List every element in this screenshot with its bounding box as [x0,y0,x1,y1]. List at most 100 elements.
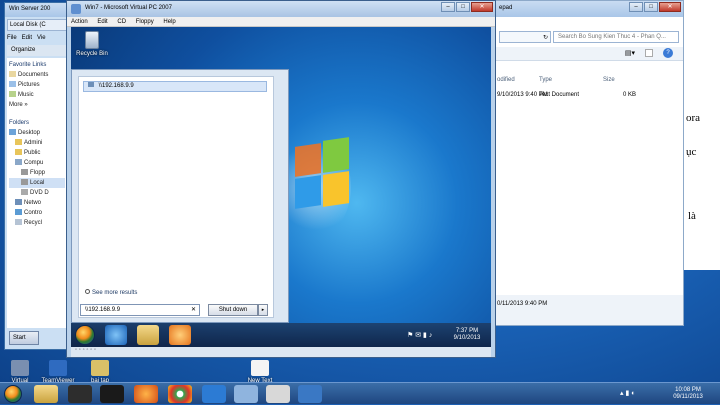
maximize-button[interactable]: □ [644,2,658,12]
vpc-menu-bar: Action Edit CD Floppy Help [67,17,495,27]
view-icon[interactable]: ▤▾ [625,49,635,57]
virtual-pc-window[interactable]: Win7 - Microsoft Virtual PC 2007 – □ ✕ A… [66,0,496,358]
explorer-window[interactable]: epad – □ ✕ ↻ Search Bo Sung Kien Thuc 4 … [494,0,684,326]
toolbar: ▤▾ ? [495,47,683,61]
close-button[interactable]: ✕ [659,2,681,12]
media-player-icon[interactable] [169,325,191,345]
vpc-window-controls: – □ ✕ [441,2,493,12]
menu-file[interactable]: File [7,35,17,44]
minimize-button[interactable]: – [629,2,643,12]
favorite-documents[interactable]: Documents [9,70,65,80]
tree-recycle-bin[interactable]: Recycl [9,218,65,228]
vpc-app-icon [71,4,81,14]
vpc-minimize-button[interactable]: – [441,2,455,12]
vpc-close-button[interactable]: ✕ [471,2,493,12]
search-result-item[interactable]: \\192.168.9.9 [83,81,267,92]
tree-public[interactable]: Public [9,148,65,158]
column-type[interactable]: Type [539,77,552,83]
desktop-icon-bai-tap[interactable]: bai tap [82,360,118,384]
guest-desktop: Recycle Bin \\192.168.9.9 See more resul… [71,27,491,347]
vpc-titlebar[interactable]: Win7 - Microsoft Virtual PC 2007 – □ ✕ [67,1,495,17]
details-pane: 0/11/2013 9:40 PM [495,295,683,325]
network-folder-icon [88,82,94,87]
host-clock[interactable]: 10:08 PM 09/11/2013 [664,387,712,401]
tree-local-disk[interactable]: Local [9,178,65,188]
search-results-pane: \\192.168.9.9 See more results [78,76,274,318]
taskbar-gear-icon[interactable] [100,385,124,403]
taskbar-virtualpc-icon[interactable] [234,385,258,403]
clonedrive-icon [11,360,29,376]
tree-floppy[interactable]: Flopp [9,168,65,178]
folders-header: Folders [9,120,30,126]
host-taskbar: ▴ ▮ ◐ 10:08 PM 09/11/2013 [0,382,720,404]
ie-icon[interactable] [105,325,127,345]
tree-network[interactable]: Netwo [9,198,65,208]
preview-pane-icon[interactable] [645,49,653,57]
navigation-pane: Favorite Links Documents Pictures Music … [7,58,67,328]
guest-clock[interactable]: 7:37 PM 9/10/2013 [447,328,487,342]
clear-search-icon[interactable]: ✕ [191,305,196,315]
file-row[interactable]: 9/10/2013 9:40 PM Text Document 0 KB [495,92,683,102]
vpc-status-bar: ◦ ◦ ◦ ◦ ◦ ◦ [71,347,491,357]
see-more-results-link[interactable]: See more results [85,289,137,296]
logo-green-flag [323,137,349,173]
guest-start-button[interactable] [73,323,99,347]
search-input[interactable]: Search Bo Sung Kien Thuc 4 - Phan Q... [553,31,679,43]
menu-help[interactable]: Help [163,19,175,25]
organize-button[interactable]: Organize [7,45,67,56]
column-headers: odified Type Size [495,77,683,87]
shutdown-button[interactable]: Shut down [208,304,258,316]
explorer-folder-icon[interactable] [137,325,159,345]
shutdown-options-arrow[interactable]: ▸ [258,304,268,316]
win-server-titlebar[interactable]: Win Server 200 [5,3,69,17]
menu-edit[interactable]: Edit [22,35,32,44]
tray-icons[interactable]: ⚑ ✉ ▮ ♪ [407,331,432,339]
menu-action[interactable]: Action [71,19,88,25]
window-controls: – □ ✕ [629,2,681,12]
menu-bar: File Edit Vie [7,35,67,44]
windows-orb-icon [4,385,22,403]
help-icon[interactable]: ? [663,48,673,58]
taskbar-recorder-icon[interactable] [68,385,92,403]
favorite-links-header: Favorite Links [9,62,47,68]
tree-computer[interactable]: Compu [9,158,65,168]
taskbar-explorer-icon[interactable] [34,385,58,403]
taskbar-firefox-icon[interactable] [134,385,158,403]
host-tray-icons[interactable]: ▴ ▮ ◐ [620,389,635,397]
refresh-button[interactable]: ↻ [499,31,551,43]
text-document-icon [251,360,269,376]
tree-desktop[interactable]: Desktop [9,128,65,138]
start-search-input[interactable]: \\192.168.9.9 ✕ [80,304,200,316]
taskbar-app-icon[interactable] [298,385,322,403]
column-modified[interactable]: odified [497,77,515,83]
guest-recycle-bin[interactable]: Recycle Bin [75,31,109,57]
column-size[interactable]: Size [603,77,615,83]
logo-yellow-flag [323,171,349,207]
tree-admin[interactable]: Admini [9,138,65,148]
favorite-pictures[interactable]: Pictures [9,80,65,90]
search-icon [85,289,90,294]
tree-control-panel[interactable]: Contro [9,208,65,218]
teamviewer-icon [49,360,67,376]
host-start-button[interactable] [2,383,28,405]
logo-blue-flag [295,175,321,209]
menu-cd[interactable]: CD [117,19,126,25]
menu-view[interactable]: Vie [37,35,46,44]
taskbar-word-icon[interactable] [202,385,226,403]
start-menu: \\192.168.9.9 See more results \\192.168… [71,69,289,323]
taskbar-notepad-icon[interactable] [266,385,290,403]
taskbar-chrome-icon[interactable] [168,385,192,403]
logo-red-flag [295,143,321,177]
guest-taskbar: ⚑ ✉ ▮ ♪ 7:37 PM 9/10/2013 [71,323,491,347]
favorite-music[interactable]: Music [9,90,65,100]
tree-dvd[interactable]: DVD D [9,188,65,198]
menu-edit[interactable]: Edit [97,19,107,25]
address-bar[interactable]: Local Disk (C [7,19,67,31]
menu-floppy[interactable]: Floppy [136,19,154,25]
favorite-more[interactable]: More » [9,100,65,110]
folder-icon [91,360,109,376]
win-server-window[interactable]: Win Server 200 Local Disk (C File Edit V… [4,2,70,350]
vpc-maximize-button[interactable]: □ [456,2,470,12]
windows-orb-icon [75,325,95,345]
server-start-button[interactable]: Start [9,331,39,345]
